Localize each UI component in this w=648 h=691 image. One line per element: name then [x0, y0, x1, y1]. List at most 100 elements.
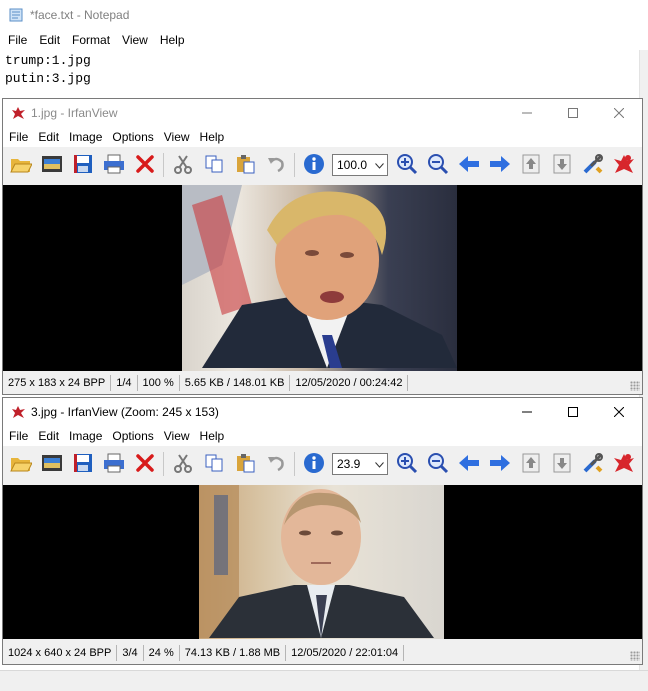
irfanview-app-icon — [12, 406, 25, 418]
status-dimensions: 275 x 183 x 24 BPP — [3, 375, 112, 391]
previous-button[interactable] — [456, 152, 482, 178]
menu-view[interactable]: View — [159, 127, 195, 147]
menu-options[interactable]: Options — [107, 127, 158, 147]
delete-button[interactable] — [132, 152, 158, 178]
menu-view[interactable]: View — [159, 426, 195, 446]
zoom-in-button[interactable] — [394, 152, 420, 178]
notepad-menu-file[interactable]: File — [0, 30, 33, 50]
open-folder-button[interactable] — [8, 152, 34, 178]
notepad-menu-edit[interactable]: Edit — [33, 30, 66, 50]
notepad-menu-format[interactable]: Format — [66, 30, 116, 50]
first-page-icon — [521, 154, 541, 177]
notepad-bottom-bar — [0, 670, 648, 691]
zoom-out-button[interactable] — [425, 451, 451, 477]
notepad-text-area[interactable]: trump:1.jpg putin:3.jpg — [5, 52, 91, 88]
viewer1-title-bar[interactable]: 1.jpg - IrfanView — [3, 99, 642, 127]
thumbnails-button[interactable] — [39, 451, 65, 477]
close-button[interactable] — [596, 398, 642, 426]
irfanview-logo-button[interactable] — [611, 451, 637, 477]
notepad-menu-help[interactable]: Help — [154, 30, 191, 50]
menu-image[interactable]: Image — [64, 426, 107, 446]
last-page-button[interactable] — [549, 152, 575, 178]
settings-button[interactable] — [580, 152, 606, 178]
minimize-button[interactable] — [504, 398, 550, 426]
zoom-select[interactable]: 100.0 — [332, 154, 388, 176]
paste-icon — [235, 154, 255, 177]
maximize-button[interactable] — [550, 99, 596, 127]
undo-icon — [266, 154, 286, 177]
thumbnails-icon — [41, 454, 63, 475]
undo-button[interactable] — [263, 451, 289, 477]
zoom-out-button[interactable] — [425, 152, 451, 178]
undo-button[interactable] — [263, 152, 289, 178]
next-icon — [489, 155, 511, 176]
viewer1-toolbar: 100.0 — [3, 148, 642, 182]
menu-file[interactable]: File — [3, 426, 33, 446]
last-page-button[interactable] — [549, 451, 575, 477]
paste-button[interactable] — [232, 451, 258, 477]
irfanview-logo-button[interactable] — [611, 152, 637, 178]
paste-icon — [235, 453, 255, 476]
irfanview-logo-icon — [612, 452, 636, 477]
paste-button[interactable] — [232, 152, 258, 178]
minimize-button[interactable] — [504, 99, 550, 127]
print-button[interactable] — [101, 152, 127, 178]
save-button[interactable] — [70, 152, 96, 178]
resize-grip[interactable] — [630, 651, 640, 661]
menu-image[interactable]: Image — [64, 127, 107, 147]
menu-edit[interactable]: Edit — [33, 426, 64, 446]
settings-button[interactable] — [580, 451, 606, 477]
notepad-menu-view[interactable]: View — [116, 30, 154, 50]
info-icon — [303, 153, 325, 178]
save-icon — [73, 453, 93, 476]
print-icon — [103, 453, 125, 476]
copy-button[interactable] — [201, 152, 227, 178]
toolbar-separator — [294, 452, 295, 476]
undo-icon — [266, 453, 286, 476]
copy-button[interactable] — [201, 451, 227, 477]
info-icon — [303, 452, 325, 477]
delete-button[interactable] — [132, 451, 158, 477]
copy-icon — [204, 154, 224, 177]
cut-button[interactable] — [170, 152, 196, 178]
zoom-in-icon — [396, 153, 418, 178]
notepad-title-bar[interactable]: *face.txt - Notepad — [0, 0, 648, 30]
menu-help[interactable]: Help — [195, 426, 230, 446]
resize-grip[interactable] — [630, 381, 640, 391]
status-index: 3/4 — [117, 645, 144, 661]
first-page-button[interactable] — [518, 152, 544, 178]
previous-button[interactable] — [456, 451, 482, 477]
open-folder-button[interactable] — [8, 451, 34, 477]
status-datetime: 12/05/2020 / 00:24:42 — [290, 375, 409, 391]
viewer2-title-bar[interactable]: 3.jpg - IrfanView (Zoom: 245 x 153) — [3, 398, 642, 426]
zoom-in-button[interactable] — [394, 451, 420, 477]
close-button[interactable] — [596, 99, 642, 127]
irfanview-logo-icon — [612, 153, 636, 178]
menu-options[interactable]: Options — [107, 426, 158, 446]
menu-help[interactable]: Help — [195, 127, 230, 147]
zoom-select[interactable]: 23.9 — [332, 453, 388, 475]
chevron-down-icon — [375, 457, 384, 471]
irfanview-window-1: 1.jpg - IrfanView File Edit Image Option… — [2, 98, 643, 395]
save-icon — [73, 154, 93, 177]
next-button[interactable] — [487, 451, 513, 477]
save-button[interactable] — [70, 451, 96, 477]
text-line: putin:3.jpg — [5, 71, 91, 86]
last-page-icon — [552, 154, 572, 177]
viewer1-status-bar: 275 x 183 x 24 BPP 1/4 100 % 5.65 KB / 1… — [3, 373, 642, 393]
next-button[interactable] — [487, 152, 513, 178]
viewer2-image-area[interactable] — [3, 485, 642, 639]
cut-button[interactable] — [170, 451, 196, 477]
info-button[interactable] — [301, 451, 327, 477]
viewer2-toolbar: 23.9 — [3, 447, 642, 481]
maximize-button[interactable] — [550, 398, 596, 426]
print-button[interactable] — [101, 451, 127, 477]
thumbnails-button[interactable] — [39, 152, 65, 178]
menu-edit[interactable]: Edit — [33, 127, 64, 147]
menu-file[interactable]: File — [3, 127, 33, 147]
info-button[interactable] — [301, 152, 327, 178]
previous-icon — [458, 155, 480, 176]
first-page-button[interactable] — [518, 451, 544, 477]
viewer1-image-area[interactable] — [3, 185, 642, 371]
status-filesize: 74.13 KB / 1.88 MB — [180, 645, 287, 661]
